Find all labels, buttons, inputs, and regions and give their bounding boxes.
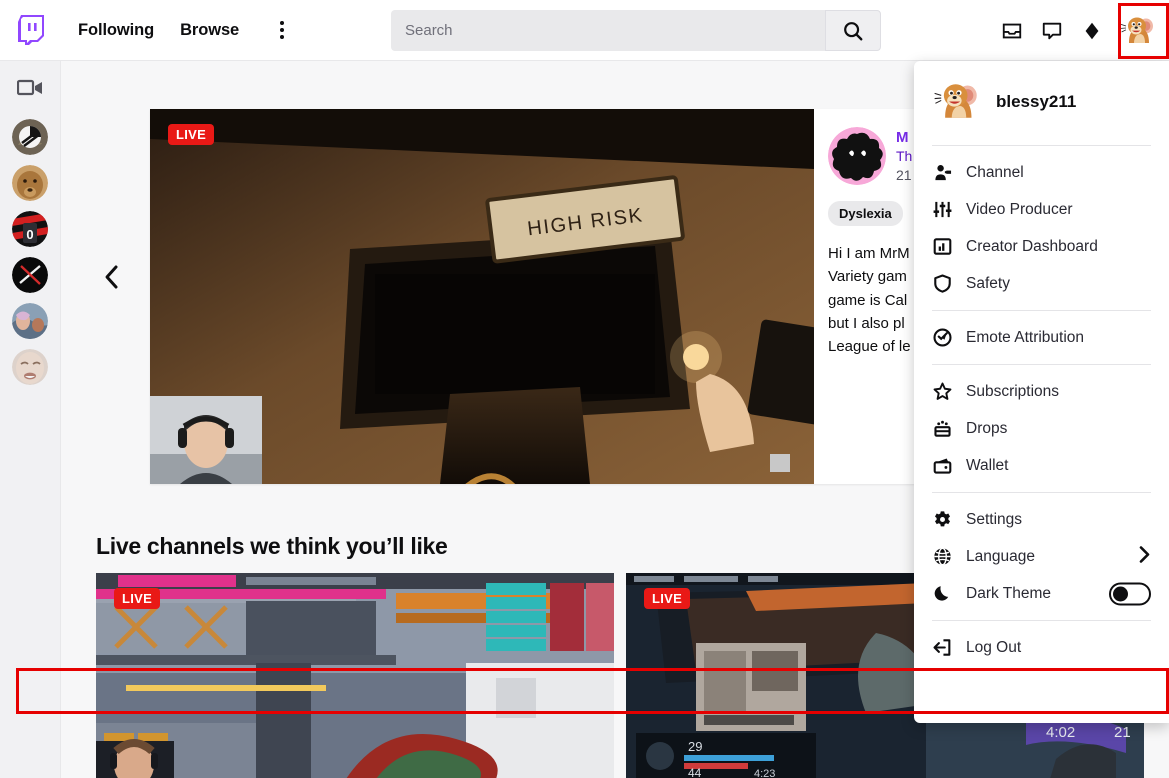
stream-tag[interactable]: Dyslexia <box>828 201 903 226</box>
gear-icon <box>932 510 952 530</box>
dashboard-chart-icon <box>932 237 952 257</box>
menu-item-label: Channel <box>966 164 1024 182</box>
sidebar-item-channel-6[interactable] <box>12 349 48 385</box>
top-navigation-bar: Following Browse <box>0 0 1169 61</box>
featured-stream-card[interactable]: HIGH RISK <box>150 109 980 484</box>
live-badge: LIVE <box>168 124 214 145</box>
bits-icon[interactable] <box>1075 14 1109 48</box>
shield-icon <box>932 274 952 294</box>
nav-link-following[interactable]: Following <box>68 15 164 46</box>
stream-card-thumbnail[interactable]: LIVE <box>96 573 614 778</box>
inbox-icon[interactable] <box>995 14 1029 48</box>
divider <box>932 145 1151 146</box>
search-button[interactable] <box>825 10 881 51</box>
search-icon <box>842 20 864 42</box>
search-input[interactable] <box>391 10 825 51</box>
dropdown-group-emote: Emote Attribution <box>914 315 1169 360</box>
menu-item-dark-theme[interactable]: Dark Theme <box>914 575 1169 612</box>
divider <box>932 620 1151 621</box>
menu-item-label: Dark Theme <box>966 585 1051 603</box>
avatar[interactable] <box>1119 12 1157 50</box>
user-avatar-jerry-icon <box>1119 12 1157 50</box>
divider <box>932 364 1151 365</box>
svg-text:29: 29 <box>688 739 702 754</box>
featured-stream-title: Th <box>896 148 912 164</box>
menu-item-label: Log Out <box>966 639 1021 657</box>
video-camera-icon[interactable] <box>15 73 45 103</box>
dropdown-user-header[interactable]: blessy211 <box>914 61 1169 141</box>
dropdown-group-commerce: Subscriptions Drops <box>914 369 1169 488</box>
emote-attribution-icon <box>932 328 952 348</box>
drops-icon <box>932 419 952 439</box>
stream-card[interactable]: LIVE <box>96 573 614 778</box>
left-sidebar: 0 <box>0 61 61 778</box>
menu-item-label: Drops <box>966 420 1007 438</box>
twitch-logo-icon[interactable] <box>14 13 48 47</box>
menu-item-channel[interactable]: Channel <box>914 154 1169 191</box>
dropdown-group-preferences: Settings Language <box>914 497 1169 616</box>
svg-text:0: 0 <box>26 227 33 242</box>
featured-viewer-count: 21 <box>896 167 912 183</box>
menu-item-label: Creator Dashboard <box>966 238 1098 256</box>
whispers-icon[interactable] <box>1035 14 1069 48</box>
dropdown-group-creator: Channel Video Producer <box>914 150 1169 306</box>
sidebar-item-channel-4[interactable] <box>12 257 48 293</box>
dropdown-group-session: Log Out <box>914 625 1169 670</box>
featured-stream-thumbnail[interactable]: HIGH RISK <box>150 109 814 484</box>
menu-item-label: Language <box>966 548 1035 566</box>
featured-channel-name[interactable]: M <box>896 129 912 146</box>
divider <box>932 310 1151 311</box>
logout-icon <box>932 638 952 658</box>
sidebar-item-channel-2[interactable] <box>12 165 48 201</box>
star-icon <box>932 382 952 402</box>
divider <box>932 492 1151 493</box>
menu-item-subscriptions[interactable]: Subscriptions <box>914 373 1169 410</box>
menu-item-label: Emote Attribution <box>966 329 1084 347</box>
account-dropdown-menu: blessy211 Channel <box>914 61 1169 723</box>
person-channel-icon <box>932 163 952 183</box>
menu-item-drops[interactable]: Drops <box>914 410 1169 447</box>
wallet-icon <box>932 456 952 476</box>
live-badge: LIVE <box>644 588 690 609</box>
sidebar-item-channel-1[interactable] <box>12 119 48 155</box>
carousel-prev-button[interactable] <box>89 241 135 313</box>
menu-item-language[interactable]: Language <box>914 538 1169 575</box>
menu-item-wallet[interactable]: Wallet <box>914 447 1169 484</box>
menu-item-label: Safety <box>966 275 1010 293</box>
svg-text:4:23: 4:23 <box>754 768 775 778</box>
page-title: Live channels we think you’ll like <box>96 533 448 560</box>
nav-link-browse[interactable]: Browse <box>170 15 249 46</box>
nav-right-actions <box>995 0 1161 61</box>
globe-icon <box>932 547 952 567</box>
chevron-right-icon <box>1138 545 1151 568</box>
chevron-left-icon <box>102 264 122 290</box>
menu-item-label: Settings <box>966 511 1022 529</box>
menu-item-safety[interactable]: Safety <box>914 265 1169 302</box>
svg-text:21: 21 <box>1114 724 1131 741</box>
svg-text:4:02: 4:02 <box>1046 724 1075 741</box>
sliders-icon <box>932 200 952 220</box>
kebab-menu-icon[interactable] <box>267 15 297 45</box>
menu-item-label: Subscriptions <box>966 383 1059 401</box>
search-bar <box>391 10 881 51</box>
menu-item-label: Wallet <box>966 457 1009 475</box>
sidebar-item-channel-5[interactable] <box>12 303 48 339</box>
menu-item-emote-attribution[interactable]: Emote Attribution <box>914 319 1169 356</box>
menu-item-video-producer[interactable]: Video Producer <box>914 191 1169 228</box>
featured-channel-avatar[interactable] <box>828 127 886 185</box>
dropdown-username: blessy211 <box>996 92 1076 112</box>
menu-item-label: Video Producer <box>966 201 1073 219</box>
menu-item-creator-dashboard[interactable]: Creator Dashboard <box>914 228 1169 265</box>
svg-text:44: 44 <box>688 766 702 778</box>
moon-icon <box>932 584 952 604</box>
sidebar-item-channel-3[interactable]: 0 <box>12 211 48 247</box>
user-avatar-jerry-icon <box>932 77 982 127</box>
live-badge: LIVE <box>114 588 160 609</box>
menu-item-settings[interactable]: Settings <box>914 501 1169 538</box>
menu-item-log-out[interactable]: Log Out <box>914 629 1169 666</box>
primary-nav-links: Following Browse <box>68 15 297 46</box>
dark-theme-toggle[interactable] <box>1109 582 1151 605</box>
